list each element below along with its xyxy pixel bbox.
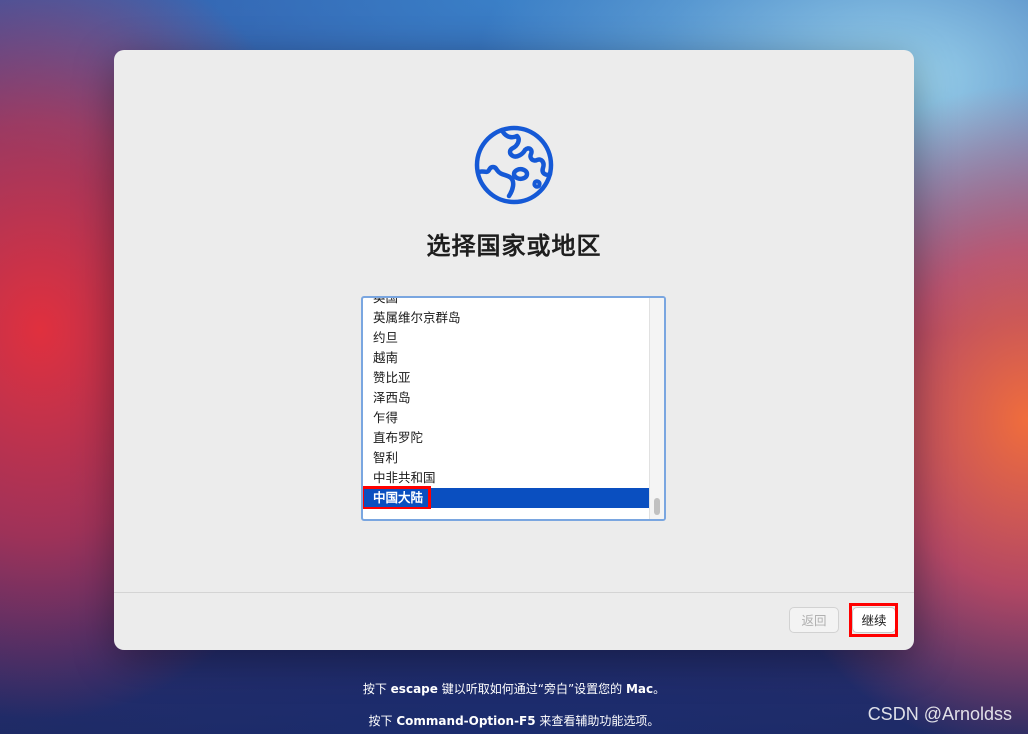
- country-item-selected[interactable]: 中国大陆: [363, 486, 653, 509]
- globe-icon: [474, 125, 554, 205]
- hint-text: 按下: [362, 682, 391, 696]
- voiceover-hint: 按下 escape 键以听取如何通过“旁白”设置您的 Mac。: [0, 680, 1028, 697]
- country-item[interactable]: 英属维尔京群岛: [363, 308, 653, 328]
- list-scrollbar[interactable]: [649, 298, 664, 519]
- country-item[interactable]: 中非共和国: [363, 468, 653, 488]
- country-item[interactable]: 英国: [363, 298, 653, 308]
- hint-key-escape: escape: [390, 682, 438, 696]
- country-item[interactable]: 乍得: [363, 408, 653, 428]
- country-item[interactable]: 约旦: [363, 328, 653, 348]
- hint-text: 按下: [368, 714, 397, 728]
- country-item[interactable]: 智利: [363, 448, 653, 468]
- hint-mac: Mac: [625, 682, 654, 696]
- footer-divider: [114, 592, 914, 593]
- hint-key-combo: Command-Option-F5: [396, 714, 536, 728]
- selected-country-label: 中国大陆: [373, 490, 424, 505]
- country-item[interactable]: 越南: [363, 348, 653, 368]
- country-item[interactable]: 直布罗陀: [363, 428, 653, 448]
- country-list[interactable]: 英国 英属维尔京群岛 约旦 越南 赞比亚 泽西岛 乍得 直布罗陀 智利 中非共和…: [361, 296, 666, 521]
- watermark: CSDN @Arnoldss: [867, 704, 1012, 724]
- country-item[interactable]: 赞比亚: [363, 368, 653, 388]
- continue-button[interactable]: 继续: [852, 607, 896, 633]
- hint-text: 。: [653, 682, 666, 696]
- page-title: 选择国家或地区: [426, 232, 602, 260]
- scrollbar-thumb[interactable]: [654, 498, 660, 515]
- setup-assistant-window: 选择国家或地区 英国 英属维尔京群岛 约旦 越南 赞比亚 泽西岛 乍得 直布罗陀…: [114, 50, 914, 650]
- hint-text: 键以听取如何通过“旁白”设置您的: [437, 682, 626, 696]
- hint-text: 来查看辅助功能选项。: [535, 714, 660, 728]
- back-button[interactable]: 返回: [789, 607, 839, 633]
- country-item[interactable]: 泽西岛: [363, 388, 653, 408]
